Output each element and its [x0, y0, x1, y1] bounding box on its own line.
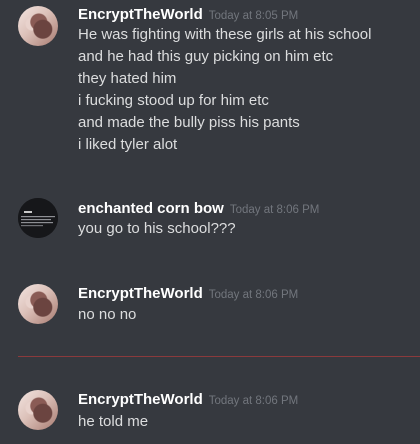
message-author[interactable]: EncryptTheWorld Today at 8:05 PM [78, 6, 298, 25]
message-group: EncryptTheWorld Today at 8:06 PM he told … [0, 382, 420, 442]
message-content: He was fighting with these girls at his … [78, 24, 418, 156]
user-avatar[interactable] [18, 284, 58, 324]
message-author[interactable]: EncryptTheWorld Today at 8:06 PM [78, 285, 298, 304]
message-line: no no no [78, 306, 137, 323]
message-timestamp: Today at 8:06 PM [229, 204, 320, 216]
message-line: you go to his school??? [78, 220, 236, 237]
author-name[interactable]: EncryptTheWorld [78, 6, 203, 23]
message-group: EncryptTheWorld Today at 8:05 PM He was f… [0, 0, 420, 170]
message-line: i fucking stood up for him etc [78, 92, 269, 109]
message-group: EncryptTheWorld Today at 8:06 PM no no no [0, 276, 420, 336]
message-line: He was fighting with these girls at his … [78, 26, 372, 43]
message-content: you go to his school??? [78, 218, 418, 240]
message-timestamp: Today at 8:06 PM [208, 395, 299, 407]
author-name[interactable]: EncryptTheWorld [78, 391, 203, 408]
message-author[interactable]: EncryptTheWorld Today at 8:06 PM [78, 391, 298, 410]
message-timestamp: Today at 8:05 PM [208, 10, 299, 22]
message-author[interactable]: enchanted corn bow Today at 8:06 PM [78, 200, 319, 219]
author-name[interactable]: enchanted corn bow [78, 200, 224, 217]
message-group: enchanted corn bow Today at 8:06 PM you g… [0, 190, 420, 250]
message-content: no no no [78, 304, 418, 326]
message-timestamp: Today at 8:06 PM [208, 289, 299, 301]
message-line: they hated him [78, 70, 177, 87]
message-line: and made the bully piss his pants [78, 114, 300, 131]
message-line: i liked tyler alot [78, 136, 178, 153]
new-messages-divider [18, 356, 420, 357]
screenshot-avatar-icon [18, 198, 58, 238]
message-line: he told me [78, 413, 149, 430]
message-content: he told me [78, 411, 418, 433]
user-avatar[interactable] [18, 6, 58, 46]
user-avatar[interactable] [18, 198, 58, 238]
author-name[interactable]: EncryptTheWorld [78, 285, 203, 302]
message-line: and he had this guy picking on him etc [78, 48, 334, 65]
user-avatar[interactable] [18, 390, 58, 430]
